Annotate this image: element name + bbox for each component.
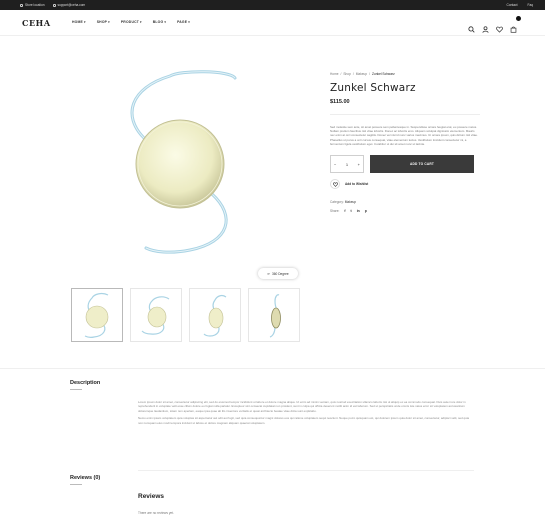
product-category: Category: Makeup <box>330 200 480 204</box>
cart-count-badge <box>516 16 521 21</box>
nav-home-label: HOME <box>72 20 83 24</box>
description-tab[interactable]: Description <box>70 380 100 386</box>
store-location-link[interactable]: Store location <box>20 3 45 7</box>
qty-plus-button[interactable]: + <box>358 162 360 167</box>
store-location-label: Store location <box>25 3 45 7</box>
breadcrumb: Home / Shop / Makeup / Zunkel Schwarz <box>330 72 480 76</box>
chevron-down-icon: ▾ <box>164 20 167 24</box>
facebook-icon[interactable]: f <box>344 209 345 213</box>
breadcrumb-separator: / <box>369 72 370 76</box>
tab-underline <box>70 389 82 390</box>
thumbnail-1[interactable] <box>71 288 123 342</box>
chevron-down-icon: ▾ <box>83 20 86 24</box>
chevron-down-icon: ▾ <box>108 20 110 24</box>
thumbnail-4[interactable] <box>248 288 300 342</box>
heart-icon[interactable] <box>496 20 503 33</box>
top-bar: Store location support@ceha.com Contact … <box>0 0 545 10</box>
product-info: Home / Shop / Makeup / Zunkel Schwarz Zu… <box>330 72 480 213</box>
nav-shop[interactable]: SHOP▾ <box>97 20 110 24</box>
add-to-cart-button[interactable]: ADD TO CART <box>370 155 474 174</box>
breadcrumb-separator: / <box>340 72 342 76</box>
quantity-value[interactable]: 1 <box>346 162 348 167</box>
description-paragraph: Nemo enim ipsam voluptatem quia voluptas… <box>138 416 470 425</box>
product-long-description: Lorem ipsum dolor sit amet, consectetur … <box>138 400 474 428</box>
thumbnail-3[interactable] <box>189 288 241 342</box>
rotate-icon: ⟳ <box>267 271 270 276</box>
thumbnail-2[interactable] <box>130 288 182 342</box>
cart-icon[interactable] <box>510 16 521 33</box>
site-logo[interactable]: CEHA <box>22 18 51 28</box>
chevron-down-icon: ▾ <box>188 20 190 24</box>
mail-icon <box>52 3 56 7</box>
tab-underline <box>70 484 82 485</box>
category-label: Category: <box>330 200 344 205</box>
divider <box>330 114 480 115</box>
header-icons <box>468 16 521 33</box>
divider <box>138 470 474 471</box>
nav-page-label: PAGE <box>177 20 188 24</box>
chevron-down-icon: ▾ <box>140 20 142 24</box>
reviews-heading: Reviews <box>138 493 165 500</box>
add-to-cart-row: − 1 + ADD TO CART <box>330 155 480 174</box>
lens-illustration <box>130 70 237 254</box>
description-paragraph: Lorem ipsum dolor sit amet, consectetur … <box>138 400 466 413</box>
product-price: $115.00 <box>330 99 350 105</box>
nav-home[interactable]: HOME▾ <box>72 20 86 24</box>
breadcrumb-makeup[interactable]: Makeup <box>356 72 367 76</box>
nav-product-label: PRODUCT <box>120 20 140 24</box>
no-reviews-text: There are no reviews yet. <box>138 511 174 515</box>
linkedin-icon[interactable]: in <box>357 209 360 213</box>
section-divider <box>0 368 545 369</box>
contact-link[interactable]: Contact <box>507 3 518 7</box>
category-link[interactable]: Makeup <box>345 200 356 204</box>
breadcrumb-home[interactable]: Home <box>330 72 339 76</box>
nav-shop-label: SHOP <box>96 20 108 24</box>
360-degree-label: 360 Degree <box>272 271 289 276</box>
qty-minus-button[interactable]: − <box>334 162 336 167</box>
product-main-image[interactable] <box>70 66 306 262</box>
email-label: support@ceha.com <box>57 3 86 7</box>
user-icon[interactable] <box>482 20 489 33</box>
nav-page[interactable]: PAGE▾ <box>177 20 190 24</box>
reviews-tab[interactable]: Reviews (0) <box>70 475 100 481</box>
quantity-stepper[interactable]: − 1 + <box>330 155 364 174</box>
thumbnail-strip <box>71 288 300 342</box>
nav-blog-label: BLOG <box>152 20 164 24</box>
search-icon[interactable] <box>468 20 475 33</box>
360-degree-button[interactable]: ⟳ 360 Degree <box>258 268 298 279</box>
faq-link[interactable]: Faq <box>528 3 534 7</box>
heart-icon <box>330 179 340 190</box>
wishlist-label: Add to Wishlist <box>345 182 369 187</box>
main-nav: HOME▾ SHOP▾ PRODUCT▾ BLOG▾ PAGE▾ <box>72 20 190 24</box>
pinterest-icon[interactable]: p <box>365 209 367 213</box>
breadcrumb-shop[interactable]: Shop <box>343 72 350 76</box>
twitter-icon[interactable]: t <box>351 209 352 213</box>
location-icon <box>20 3 23 7</box>
product-short-description: Sed molestie sem ante, sit amet posuere … <box>330 125 478 146</box>
email-link[interactable]: support@ceha.com <box>52 3 86 7</box>
breadcrumb-current: Zunkel Schwarz <box>371 72 395 76</box>
product-title: Zunkel Schwarz <box>330 82 416 94</box>
share-label: Share: <box>330 209 340 214</box>
share-row: Share: f t in p <box>330 209 480 213</box>
site-header: CEHA HOME▾ SHOP▾ PRODUCT▾ BLOG▾ PAGE▾ <box>0 10 545 36</box>
breadcrumb-separator: / <box>352 72 354 76</box>
nav-product[interactable]: PRODUCT▾ <box>121 20 142 24</box>
nav-blog[interactable]: BLOG▾ <box>153 20 166 24</box>
add-to-wishlist[interactable]: Add to Wishlist <box>330 179 480 190</box>
